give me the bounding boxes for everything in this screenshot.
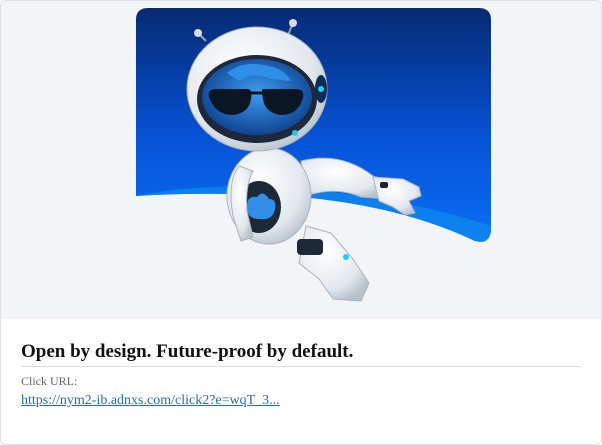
click-url-label: Click URL:: [21, 374, 78, 388]
ad-card[interactable]: Open by design. Future-proof by default.…: [0, 0, 602, 445]
robot-mascot-illustration: [136, 8, 491, 302]
ad-text-block: Open by design. Future-proof by default.…: [21, 319, 581, 409]
ad-headline[interactable]: Open by design. Future-proof by default.: [21, 341, 581, 367]
click-url-link[interactable]: https://nym2-ib.adnxs.com/click2?e=wqT_3…: [21, 393, 280, 409]
ad-image[interactable]: [1, 1, 601, 319]
